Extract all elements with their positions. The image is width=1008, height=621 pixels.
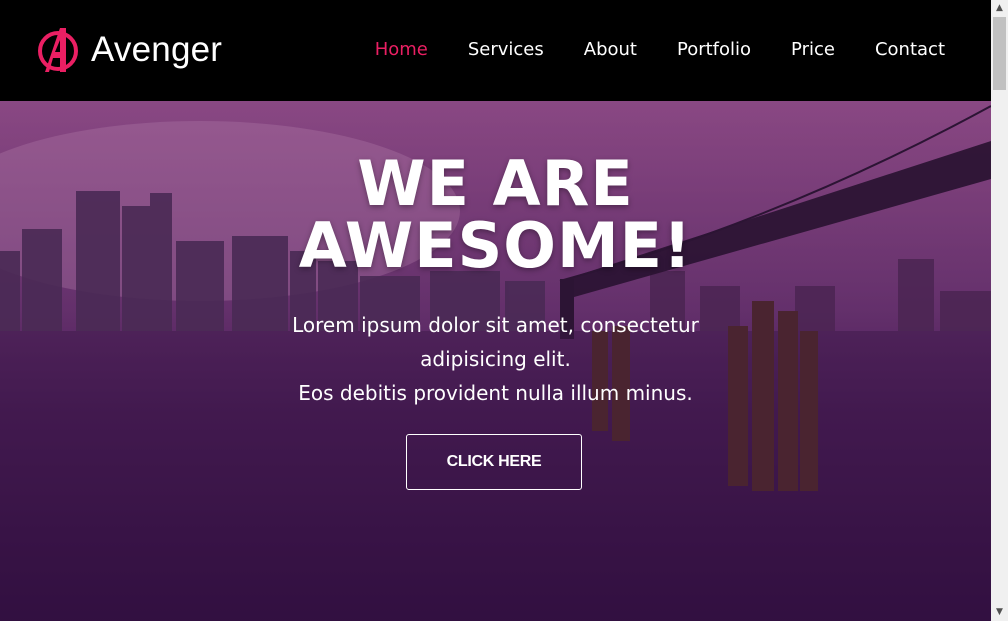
click-here-button[interactable]: CLICK HERE <box>406 434 582 490</box>
nav-contact[interactable]: Contact <box>875 39 945 61</box>
scroll-thumb[interactable] <box>993 17 1006 90</box>
hero-text-line1: Lorem ipsum dolor sit amet, consectetur <box>292 313 699 337</box>
hero-title-line2: AWESOME! <box>298 209 693 282</box>
hero-title-line1: WE ARE <box>357 147 634 220</box>
hero-text-line2: adipisicing elit. <box>420 347 571 371</box>
navbar: Avenger Home Services About Portfolio Pr… <box>0 0 991 101</box>
hero-text: Lorem ipsum dolor sit amet, consectetur … <box>0 308 991 410</box>
avengers-a-logo-icon <box>38 28 78 72</box>
brand-name: Avenger <box>91 30 223 69</box>
page-scrollbar[interactable]: ▲ ▼ <box>991 0 1008 621</box>
nav-price[interactable]: Price <box>791 39 835 61</box>
scroll-down-arrow-icon[interactable]: ▼ <box>991 604 1008 621</box>
brand[interactable]: Avenger <box>36 25 222 75</box>
nav-home[interactable]: Home <box>375 39 428 61</box>
hero-text-line3: Eos debitis provident nulla illum minus. <box>298 381 693 405</box>
nav-services[interactable]: Services <box>468 39 544 61</box>
main-nav: Home Services About Portfolio Price Cont… <box>335 39 945 61</box>
nav-portfolio[interactable]: Portfolio <box>677 39 751 61</box>
hero-title: WE ARE AWESOME! <box>0 153 991 277</box>
nav-about[interactable]: About <box>584 39 637 61</box>
hero-section: WE ARE AWESOME! Lorem ipsum dolor sit am… <box>0 101 991 621</box>
scroll-up-arrow-icon[interactable]: ▲ <box>991 0 1008 17</box>
